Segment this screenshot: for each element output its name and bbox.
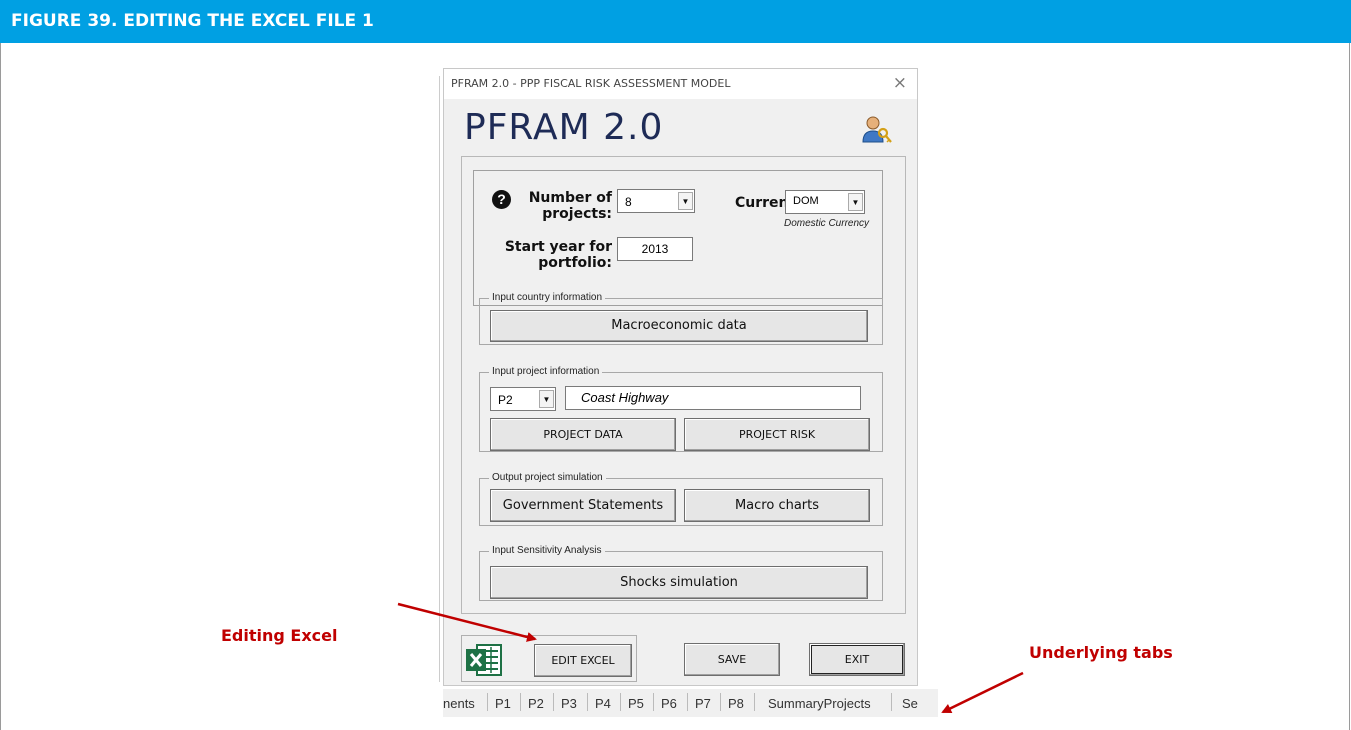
macro-charts-button[interactable]: Macro charts [684, 489, 870, 522]
tab-separator [754, 693, 755, 711]
sensitivity-group-label: Input Sensitivity Analysis [489, 545, 605, 556]
excel-logo-icon [466, 644, 502, 676]
sheet-tab-p1[interactable]: P1 [495, 696, 511, 711]
project-data-button[interactable]: PROJECT DATA [490, 418, 676, 451]
project-group-label: Input project information [489, 366, 603, 377]
tab-separator [687, 693, 688, 711]
sheet-tab-summary-projects[interactable]: SummaryProjects [768, 696, 871, 711]
sheet-tab-p7[interactable]: P7 [695, 696, 711, 711]
app-title: PFRAM 2.0 [464, 107, 664, 148]
callout-editing-excel: Editing Excel [221, 626, 338, 645]
dialog-title: PFRAM 2.0 - PPP FISCAL RISK ASSESSMENT M… [451, 77, 731, 90]
help-icon[interactable]: ? [492, 190, 511, 209]
government-statements-button[interactable]: Government Statements [490, 489, 676, 522]
sheet-tab-strip: nents P1 P2 P3 P4 P5 P6 P7 P8 SummaryPro… [443, 689, 938, 717]
sheet-tab-truncated[interactable]: Se [902, 696, 918, 711]
num-projects-value: 8 [625, 195, 632, 209]
sheet-tab-p8[interactable]: P8 [728, 696, 744, 711]
dropdown-arrow-icon[interactable]: ▼ [678, 192, 693, 210]
sheet-tab-p6[interactable]: P6 [661, 696, 677, 711]
tab-separator [891, 693, 892, 711]
tab-separator [553, 693, 554, 711]
sheet-tab-p5[interactable]: P5 [628, 696, 644, 711]
shocks-simulation-button[interactable]: Shocks simulation [490, 566, 868, 599]
save-button[interactable]: SAVE [684, 643, 780, 676]
pfram-dialog: PFRAM 2.0 - PPP FISCAL RISK ASSESSMENT M… [443, 68, 918, 686]
country-group-label: Input country information [489, 292, 606, 303]
macroeconomic-data-button[interactable]: Macroeconomic data [490, 310, 868, 342]
project-name-field[interactable]: Coast Highway [565, 386, 861, 410]
output-group-label: Output project simulation [489, 472, 606, 483]
currency-select[interactable]: DOM ▼ [785, 190, 865, 214]
callout-underlying-tabs: Underlying tabs [1029, 643, 1173, 662]
start-year-input[interactable]: 2013 [617, 237, 693, 261]
currency-note: Domestic Currency [784, 218, 870, 229]
start-year-label: Start year for portfolio: [504, 239, 612, 271]
tab-separator [653, 693, 654, 711]
dropdown-arrow-icon[interactable]: ▼ [848, 193, 863, 211]
exit-button[interactable]: EXIT [809, 643, 905, 676]
sheet-tab[interactable]: nents [443, 696, 475, 711]
tab-separator [487, 693, 488, 711]
close-icon[interactable]: × [893, 73, 907, 93]
tab-separator [620, 693, 621, 711]
num-projects-select[interactable]: 8 ▼ [617, 189, 695, 213]
tab-separator [587, 693, 588, 711]
edit-excel-button[interactable]: EDIT EXCEL [534, 644, 632, 677]
sheet-tab-p4[interactable]: P4 [595, 696, 611, 711]
frame-left-border [0, 43, 1, 730]
frame-right-border [1349, 43, 1350, 730]
tab-separator [720, 693, 721, 711]
num-projects-label: Number of projects: [528, 190, 612, 222]
tab-separator [520, 693, 521, 711]
currency-value: DOM [793, 195, 819, 207]
project-risk-button[interactable]: PROJECT RISK [684, 418, 870, 451]
figure-title: FIGURE 39. EDITING THE EXCEL FILE 1 [0, 0, 1351, 43]
project-select[interactable]: P2 ▼ [490, 387, 556, 411]
sheet-tab-p3[interactable]: P3 [561, 696, 577, 711]
dropdown-arrow-icon[interactable]: ▼ [539, 390, 554, 408]
dialog-titlebar: PFRAM 2.0 - PPP FISCAL RISK ASSESSMENT M… [444, 69, 917, 99]
user-key-icon [862, 116, 892, 143]
sheet-tab-p2[interactable]: P2 [528, 696, 544, 711]
project-select-value: P2 [498, 393, 513, 407]
arrow-to-sheet-tabs [941, 671, 1024, 714]
